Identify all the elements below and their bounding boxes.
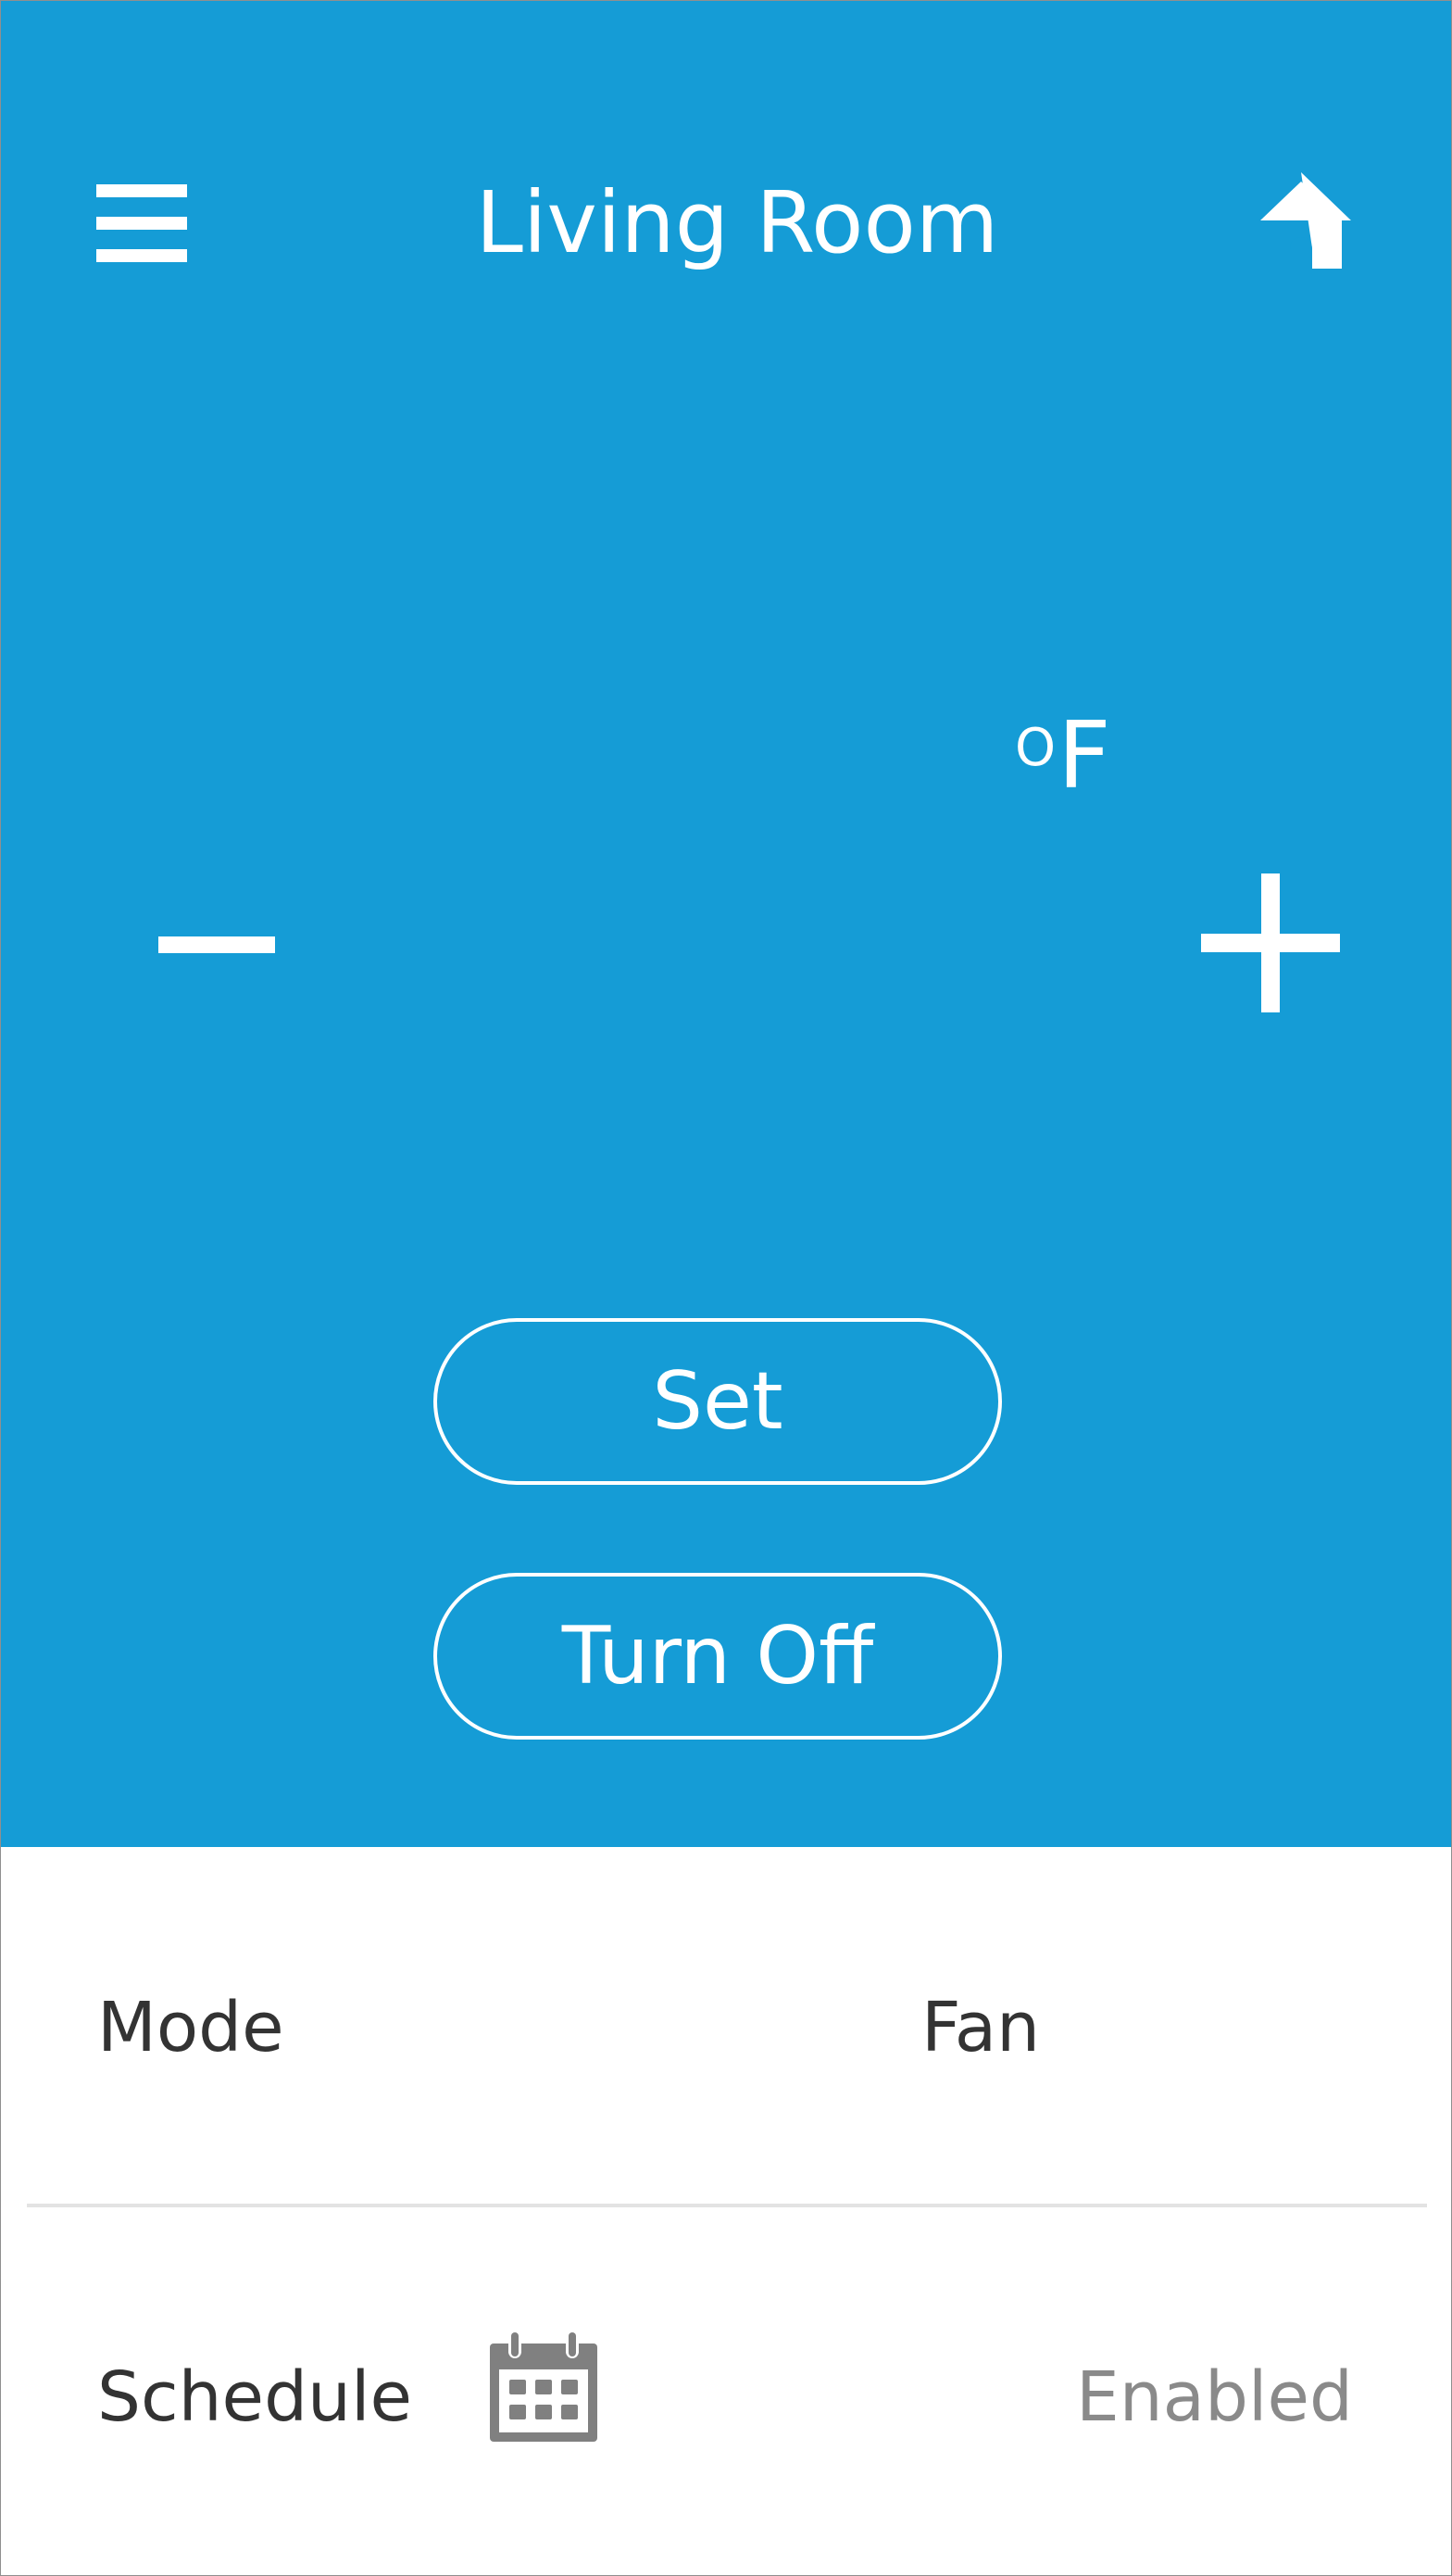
page-title: Living Room <box>475 173 999 272</box>
increase-temperature-button[interactable] <box>1195 867 1344 1015</box>
schedule-label: Schedule <box>97 2357 413 2437</box>
menu-line <box>96 184 187 197</box>
mode-label: Mode <box>97 1988 284 2067</box>
mode-value: Fan <box>921 1988 1041 2067</box>
thermostat-panel: Living Room OF Set Turn Off <box>1 1 1451 1847</box>
hamburger-menu-icon[interactable] <box>96 184 187 262</box>
row-divider <box>27 2204 1427 2207</box>
turn-off-button[interactable]: Turn Off <box>433 1573 1002 1740</box>
mode-row[interactable]: Mode Fan <box>1 1847 1451 2205</box>
plus-vertical-bar <box>1261 873 1280 1012</box>
minus-icon <box>158 936 275 953</box>
calendar-icon[interactable] <box>490 2332 597 2442</box>
schedule-row[interactable]: Schedule Enabled <box>1 2209 1451 2575</box>
schedule-status: Enabled <box>1075 2357 1353 2437</box>
temperature-unit: OF <box>1015 705 1111 807</box>
unit-letter: F <box>1058 701 1111 810</box>
app-screen: Living Room OF Set Turn Off Mode Fan Sch… <box>0 0 1452 2576</box>
menu-line <box>96 249 187 262</box>
decrease-temperature-button[interactable] <box>149 918 279 974</box>
home-icon[interactable] <box>1251 172 1351 269</box>
set-button[interactable]: Set <box>433 1318 1002 1485</box>
degree-symbol: O <box>1015 718 1057 778</box>
menu-line <box>96 217 187 230</box>
